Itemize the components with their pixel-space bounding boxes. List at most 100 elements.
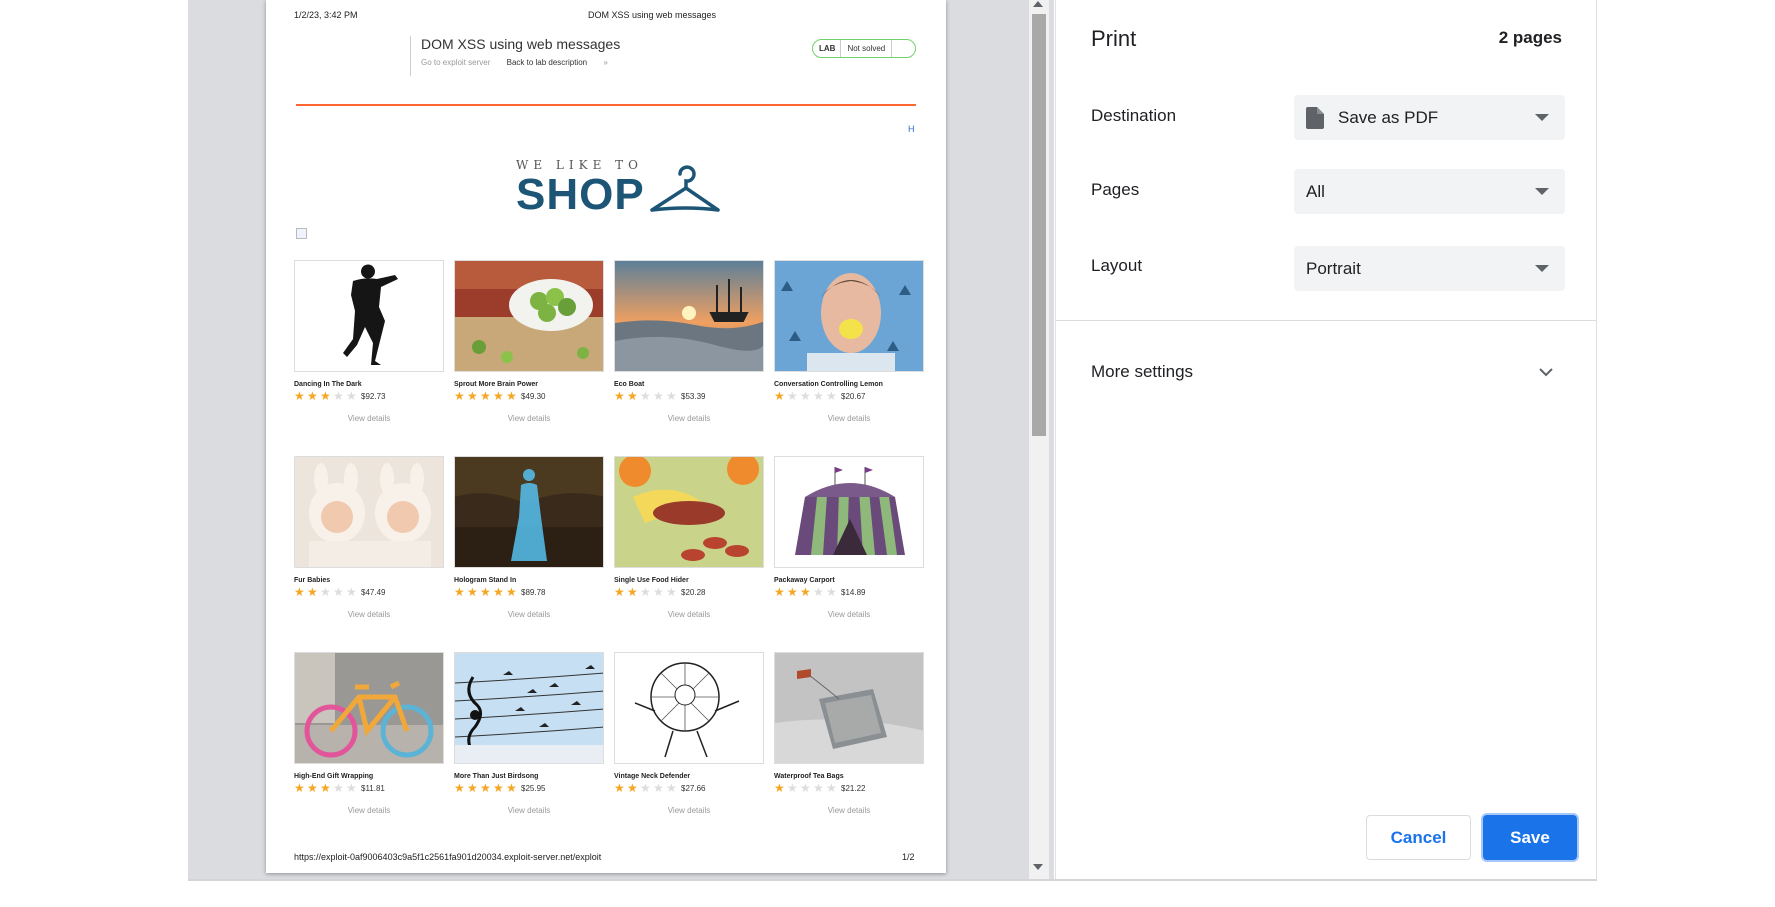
star-filled-icon: ★	[493, 781, 504, 795]
pages-label: Pages	[1091, 180, 1140, 199]
preview-scrollbar[interactable]	[1029, 0, 1049, 879]
product-image[interactable]	[614, 260, 764, 372]
star-empty-icon: ★	[826, 781, 837, 795]
print-dialog: 1/2/23, 3:42 PM DOM XSS using web messag…	[0, 0, 1775, 907]
lab-header: DOM XSS using web messages Go to exploit…	[410, 36, 636, 76]
product-image[interactable]	[774, 652, 924, 764]
product-image[interactable]	[454, 652, 604, 764]
star-filled-icon: ★	[493, 389, 504, 403]
product-image[interactable]	[614, 456, 764, 568]
product-image[interactable]	[294, 652, 444, 764]
product-price: $47.49	[361, 587, 386, 597]
broken-image-icon	[296, 228, 307, 239]
back-link-label: Back to lab description	[506, 58, 588, 67]
star-empty-icon: ★	[826, 585, 837, 599]
product-rating: ★ ★ ★ ★ ★ $11.81	[294, 782, 444, 794]
view-details-link[interactable]: View details	[614, 806, 764, 815]
header-divider	[296, 104, 916, 106]
product-image[interactable]	[294, 456, 444, 568]
cancel-button[interactable]: Cancel	[1366, 815, 1471, 860]
product-name: Vintage Neck Defender	[614, 773, 691, 780]
product-image[interactable]	[454, 260, 604, 372]
product-card: Sprout More Brain Power ★ ★ ★ ★ ★ $49.30 View d…	[454, 260, 604, 423]
product-price: $92.73	[361, 391, 386, 401]
scrollbar-thumb[interactable]	[1032, 14, 1046, 436]
product-name: Fur Babies	[294, 577, 331, 584]
silhouette-dancer-image	[295, 261, 443, 371]
star-filled-icon: ★	[320, 389, 331, 403]
view-details-link[interactable]: View details	[294, 610, 444, 619]
star-filled-icon: ★	[294, 585, 305, 599]
scroll-down-arrow-icon[interactable]	[1033, 864, 1043, 870]
star-filled-icon: ★	[614, 585, 625, 599]
page-header-date: 1/2/23, 3:42 PM	[294, 10, 358, 20]
star-filled-icon: ★	[787, 585, 798, 599]
star-filled-icon: ★	[480, 389, 491, 403]
view-details-link[interactable]: View details	[454, 806, 604, 815]
product-price: $53.39	[681, 391, 706, 401]
chevron-down-icon[interactable]	[1538, 366, 1554, 378]
product-image[interactable]	[294, 260, 444, 372]
view-details-link[interactable]: View details	[294, 806, 444, 815]
star-filled-icon: ★	[614, 389, 625, 403]
lab-status-text: Not solved	[841, 40, 893, 57]
layout-select[interactable]: Portrait	[1294, 246, 1565, 291]
star-empty-icon: ★	[320, 585, 331, 599]
star-filled-icon: ★	[454, 389, 465, 403]
product-card: Conversation Controlling Lemon ★ ★ ★ ★ ★ $20.6…	[774, 260, 924, 423]
star-empty-icon: ★	[800, 781, 811, 795]
view-details-link[interactable]: View details	[614, 610, 764, 619]
product-name: More Than Just Birdsong	[454, 773, 539, 780]
product-image[interactable]	[774, 456, 924, 568]
save-button[interactable]: Save	[1483, 815, 1577, 860]
product-card: Dancing In The Dark ★ ★ ★ ★ ★ $92.73 View detai…	[294, 260, 444, 423]
star-filled-icon: ★	[506, 389, 517, 403]
star-empty-icon: ★	[333, 585, 344, 599]
view-details-link[interactable]: View details	[454, 610, 604, 619]
destination-label: Destination	[1091, 106, 1177, 125]
product-price: $20.28	[681, 587, 706, 597]
view-details-link[interactable]: View details	[294, 414, 444, 423]
star-filled-icon: ★	[480, 781, 491, 795]
product-rating: ★ ★ ★ ★ ★ $27.66	[614, 782, 764, 794]
product-image[interactable]	[774, 260, 924, 372]
page-footer-number: 1/2	[902, 852, 915, 862]
back-to-lab-link[interactable]: Back to lab description »	[507, 58, 622, 67]
star-filled-icon: ★	[774, 585, 785, 599]
view-details-link[interactable]: View details	[774, 414, 924, 423]
document-icon	[1306, 106, 1324, 129]
destination-select[interactable]: Save as PDF	[1294, 95, 1565, 140]
print-settings-panel: Print 2 pages Destination Save as PDF Pa…	[1055, 0, 1597, 881]
scroll-up-arrow-icon[interactable]	[1033, 1, 1043, 7]
pages-value: All	[1306, 181, 1325, 201]
view-details-link[interactable]: View details	[774, 610, 924, 619]
view-details-link[interactable]: View details	[774, 806, 924, 815]
logo-word: SHOP	[516, 170, 645, 219]
exploit-server-link[interactable]: Go to exploit server	[421, 58, 490, 67]
hologram-woman-image	[455, 457, 603, 567]
view-details-link[interactable]: View details	[454, 414, 604, 423]
star-filled-icon: ★	[614, 781, 625, 795]
product-card: Eco Boat ★ ★ ★ ★ ★ $53.39 View details	[614, 260, 764, 423]
pages-select[interactable]: All	[1294, 169, 1565, 214]
star-empty-icon: ★	[787, 389, 798, 403]
star-empty-icon: ★	[813, 781, 824, 795]
product-card: Waterproof Tea Bags ★ ★ ★ ★ ★ $21.22 View detai…	[774, 652, 924, 815]
brussels-sprouts-image	[455, 261, 603, 371]
star-empty-icon: ★	[346, 781, 357, 795]
star-empty-icon: ★	[813, 389, 824, 403]
page-count: 2 pages	[1498, 28, 1562, 47]
star-empty-icon: ★	[653, 389, 664, 403]
product-rating: ★ ★ ★ ★ ★ $14.89	[774, 586, 924, 598]
more-settings-toggle[interactable]: More settings	[1091, 362, 1193, 382]
view-details-link[interactable]: View details	[614, 414, 764, 423]
header-link-h[interactable]: H	[908, 124, 915, 134]
star-filled-icon: ★	[454, 585, 465, 599]
birds-music-wires-image	[455, 653, 603, 763]
product-image[interactable]	[614, 652, 764, 764]
product-price: $20.67	[841, 391, 866, 401]
star-empty-icon: ★	[666, 585, 677, 599]
star-filled-icon: ★	[506, 781, 517, 795]
product-image[interactable]	[454, 456, 604, 568]
star-filled-icon: ★	[467, 389, 478, 403]
